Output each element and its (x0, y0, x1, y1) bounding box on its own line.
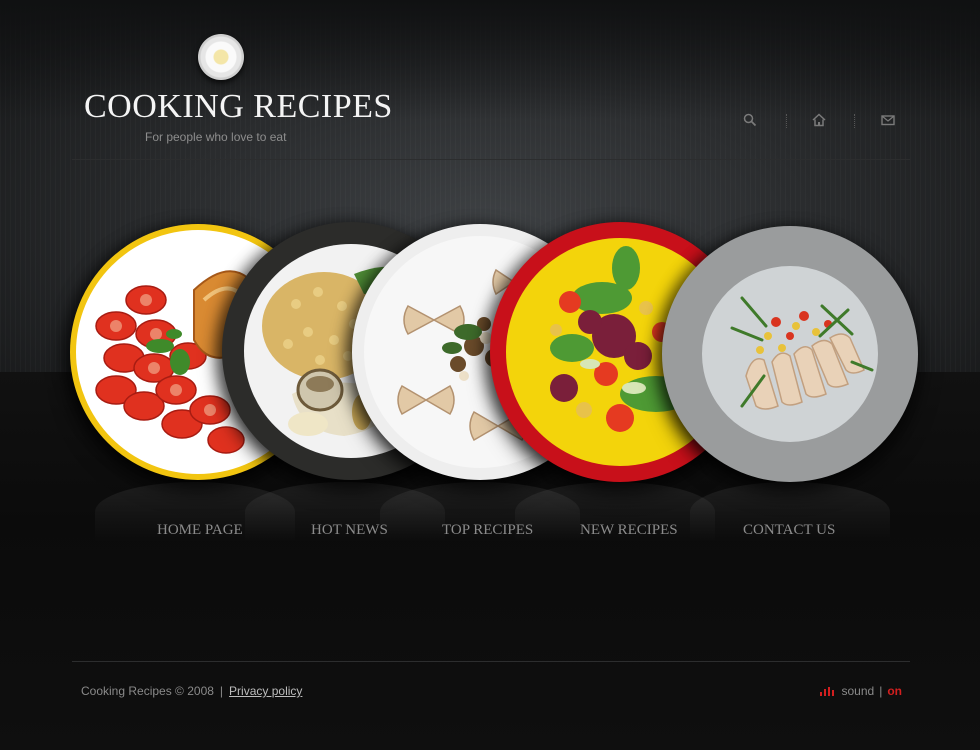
footer-divider (72, 661, 910, 662)
toolbar-divider (854, 114, 856, 128)
toolbar-divider (786, 114, 788, 128)
home-icon[interactable] (811, 112, 827, 128)
site-title: Cooking Recipes (84, 88, 393, 125)
sound-separator: | (879, 684, 883, 698)
sound-toggle[interactable]: on (887, 684, 902, 698)
sound-bars-icon[interactable] (819, 685, 836, 699)
chicken-plate[interactable] (662, 226, 918, 482)
header-toolbar (740, 112, 900, 130)
privacy-policy-link[interactable]: Privacy policy (229, 684, 302, 698)
nav-home-page[interactable]: Home Page (157, 522, 243, 539)
header-divider (72, 159, 910, 160)
copyright-text: Cooking Recipes © 2008 (81, 684, 214, 698)
chicken-food-image (730, 296, 874, 410)
nav-top-recipes[interactable]: Top Recipes (442, 522, 533, 539)
search-icon[interactable] (742, 112, 758, 128)
logo-plate-icon (198, 34, 244, 80)
nav-contact-us[interactable]: Contact Us (743, 522, 835, 539)
mail-icon[interactable] (880, 112, 896, 128)
nav-hot-news[interactable]: Hot News (311, 522, 388, 539)
chicken-plate-dish (702, 266, 878, 442)
sound-label: sound (841, 684, 875, 698)
sound-control: sound | on (819, 684, 902, 699)
footer-info: Cooking Recipes © 2008 | Privacy policy (81, 684, 302, 698)
nav-new-recipes[interactable]: New Recipes (580, 522, 678, 539)
main-nav: Home Page Hot News Top Recipes New Recip… (0, 522, 980, 542)
footer-separator: | (219, 684, 224, 698)
site-tagline: For people who love to eat (145, 130, 287, 144)
